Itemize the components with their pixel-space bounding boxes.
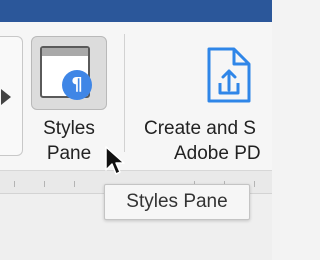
pilcrow-icon: ¶	[62, 70, 92, 100]
ruler-tick	[254, 181, 255, 187]
pane-title-bar	[42, 48, 88, 56]
create-pdf-label-line1: Create and S	[144, 118, 256, 139]
styles-pane-label-line2: Pane	[46, 143, 92, 164]
ribbon-group-divider	[124, 34, 125, 152]
ruler-tick	[44, 181, 45, 187]
styles-pane-label-line1: Styles	[43, 118, 95, 139]
mouse-pointer-icon	[105, 146, 125, 175]
styles-pane-tooltip: Styles Pane	[104, 184, 250, 220]
create-pdf-label-line2: Adobe PD	[174, 143, 261, 164]
ruler-tick	[74, 181, 75, 187]
ruler-tick	[14, 181, 15, 187]
title-bar	[0, 0, 272, 22]
styles-pane-label: Styles Pane	[24, 116, 114, 166]
play-arrow-icon	[1, 89, 11, 105]
pdf-share-icon	[207, 47, 251, 103]
